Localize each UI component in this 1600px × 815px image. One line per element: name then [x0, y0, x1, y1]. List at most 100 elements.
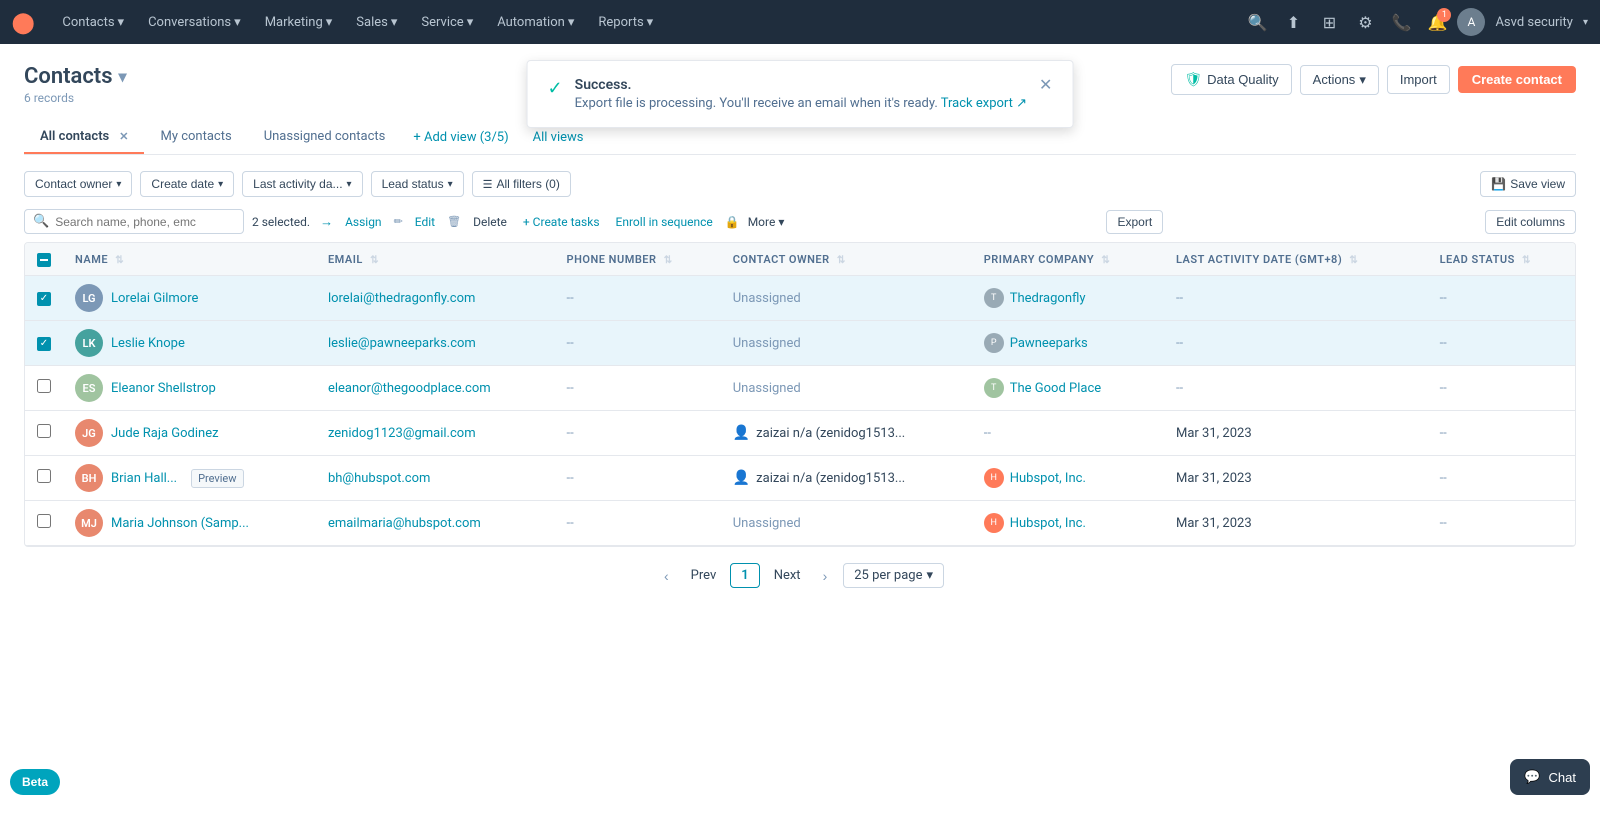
search-input[interactable]: [55, 215, 235, 229]
settings-icon-btn[interactable]: ⚙: [1349, 6, 1381, 38]
row-checkbox[interactable]: ✓: [37, 292, 51, 306]
notifications-icon-btn[interactable]: 🔔 1: [1421, 6, 1453, 38]
row-email-cell: leslie@pawneeparks.com: [316, 321, 555, 366]
actions-chevron-icon: ▾: [1359, 72, 1366, 88]
company-link[interactable]: TThedragonfly: [984, 288, 1152, 308]
select-all-checkbox[interactable]: [37, 253, 51, 267]
actions-button[interactable]: Actions ▾: [1300, 65, 1379, 95]
row-checkbox[interactable]: [37, 424, 51, 438]
contact-email-link[interactable]: lorelai@thedragonfly.com: [328, 291, 475, 306]
prev-page-button[interactable]: ‹: [656, 564, 677, 588]
row-company-cell: PPawneeparks: [972, 321, 1164, 366]
company-link[interactable]: HHubspot, Inc.: [984, 513, 1152, 533]
col-header-name[interactable]: NAME ⇅: [63, 243, 316, 276]
company-name: Thedragonfly: [1010, 291, 1086, 306]
contact-name-link[interactable]: Leslie Knope: [111, 336, 185, 351]
tab-my-contacts[interactable]: My contacts: [144, 121, 247, 154]
delete-button[interactable]: Delete: [469, 215, 511, 229]
col-header-email[interactable]: EMAIL ⇅: [316, 243, 555, 276]
col-header-lead-status[interactable]: LEAD STATUS ⇅: [1428, 243, 1575, 276]
nav-conversations[interactable]: Conversations ▾: [136, 0, 253, 44]
nav-marketing[interactable]: Marketing ▾: [253, 0, 345, 44]
toast-track-export-link[interactable]: Track export ↗: [941, 96, 1027, 111]
current-page[interactable]: 1: [730, 563, 759, 588]
nav-automation[interactable]: Automation ▾: [485, 0, 586, 44]
contact-email-link[interactable]: eleanor@thegoodplace.com: [328, 381, 491, 396]
create-tasks-button[interactable]: + Create tasks: [519, 215, 604, 229]
save-view-button[interactable]: 💾 Save view: [1480, 171, 1576, 197]
filter-last-activity[interactable]: Last activity da... ▾: [242, 171, 362, 197]
tab-close-all-contacts[interactable]: ✕: [119, 130, 128, 143]
per-page-selector[interactable]: 25 per page ▾: [843, 563, 944, 588]
next-page-button[interactable]: ›: [815, 564, 836, 588]
owner-value: zaizai n/a (zenidog1513...: [756, 426, 905, 441]
row-email-cell: zenidog1123@gmail.com: [316, 411, 555, 456]
nav-reports[interactable]: Reports ▾: [586, 0, 665, 44]
contact-email-link[interactable]: bh@hubspot.com: [328, 471, 430, 486]
company-link[interactable]: TThe Good Place: [984, 378, 1152, 398]
contact-name-link[interactable]: Jude Raja Godinez: [111, 426, 219, 441]
nav-sales[interactable]: Sales ▾: [344, 0, 409, 44]
edit-columns-button[interactable]: Edit columns: [1485, 210, 1576, 234]
edit-button[interactable]: Edit: [411, 215, 439, 229]
enroll-sequence-button[interactable]: Enroll in sequence: [612, 215, 717, 229]
row-status-cell: --: [1428, 366, 1575, 411]
row-checkbox[interactable]: [37, 514, 51, 528]
beta-button[interactable]: Beta: [10, 769, 60, 795]
title-dropdown-icon[interactable]: ▾: [119, 67, 127, 86]
search-icon-btn[interactable]: 🔍: [1241, 6, 1273, 38]
company-link[interactable]: PPawneeparks: [984, 333, 1152, 353]
chat-button[interactable]: 💬 Chat: [1510, 759, 1590, 795]
tab-all-contacts[interactable]: All contacts ✕: [24, 121, 144, 154]
row-name-cell: BHBrian Hall...Preview: [63, 456, 316, 501]
search-icon: 🔍: [33, 214, 49, 229]
nav-contacts[interactable]: Contacts ▾: [50, 0, 136, 44]
export-button[interactable]: Export: [1106, 210, 1163, 234]
contact-name-link[interactable]: Brian Hall...: [111, 471, 177, 486]
row-owner-cell: Unassigned: [721, 501, 972, 546]
apps-icon-btn[interactable]: ⊞: [1313, 6, 1345, 38]
toast-close-button[interactable]: ✕: [1039, 77, 1052, 93]
contact-email-link[interactable]: zenidog1123@gmail.com: [328, 426, 476, 441]
row-checkbox[interactable]: [37, 379, 51, 393]
nav-service[interactable]: Service ▾: [409, 0, 485, 44]
assign-button[interactable]: Assign: [341, 215, 386, 229]
add-view-button[interactable]: + Add view (3/5): [401, 122, 520, 153]
lead-status-value: --: [1440, 516, 1447, 531]
filter-create-date[interactable]: Create date ▾: [140, 171, 234, 197]
user-avatar[interactable]: A: [1457, 8, 1485, 36]
row-phone-cell: --: [555, 321, 721, 366]
last-activity-value: --: [1176, 291, 1183, 306]
user-name[interactable]: Asvd security: [1489, 15, 1579, 30]
row-checkbox[interactable]: ✓: [37, 337, 51, 351]
filter-contact-owner[interactable]: Contact owner ▾: [24, 171, 132, 197]
col-header-phone[interactable]: PHONE NUMBER ⇅: [555, 243, 721, 276]
row-company-cell: TThe Good Place: [972, 366, 1164, 411]
contact-name-link[interactable]: Eleanor Shellstrop: [111, 381, 216, 396]
filter-all-filters[interactable]: ☰ All filters (0): [472, 171, 571, 197]
contact-email-link[interactable]: leslie@pawneeparks.com: [328, 336, 476, 351]
tab-unassigned-contacts[interactable]: Unassigned contacts: [248, 121, 402, 154]
col-header-owner[interactable]: CONTACT OWNER ⇅: [721, 243, 972, 276]
contact-name-link[interactable]: Maria Johnson (Samp...: [111, 516, 249, 531]
search-box[interactable]: 🔍: [24, 209, 244, 234]
contact-email-link[interactable]: emailmaria@hubspot.com: [328, 516, 481, 531]
lead-status-value: --: [1440, 291, 1447, 306]
data-quality-button[interactable]: 🛡 Data Quality: [1171, 64, 1291, 95]
company-link[interactable]: HHubspot, Inc.: [984, 468, 1152, 488]
next-label[interactable]: Next: [768, 564, 807, 587]
import-button[interactable]: Import: [1387, 65, 1450, 94]
create-contact-button[interactable]: Create contact: [1458, 66, 1576, 93]
preview-badge[interactable]: Preview: [191, 469, 243, 488]
contact-name-link[interactable]: Lorelai Gilmore: [111, 291, 198, 306]
col-header-company[interactable]: PRIMARY COMPANY ⇅: [972, 243, 1164, 276]
calls-icon-btn[interactable]: 📞: [1385, 6, 1417, 38]
more-button[interactable]: More ▾: [748, 215, 785, 229]
row-checkbox[interactable]: [37, 469, 51, 483]
upgrade-icon-btn[interactable]: ⬆: [1277, 6, 1309, 38]
filter-lead-status[interactable]: Lead status ▾: [371, 171, 464, 197]
prev-label[interactable]: Prev: [685, 564, 723, 587]
user-dropdown-icon[interactable]: ▾: [1583, 17, 1588, 28]
hubspot-logo[interactable]: ⬤: [12, 10, 34, 34]
col-header-last-activity[interactable]: LAST ACTIVITY DATE (GMT+8) ⇅: [1164, 243, 1428, 276]
